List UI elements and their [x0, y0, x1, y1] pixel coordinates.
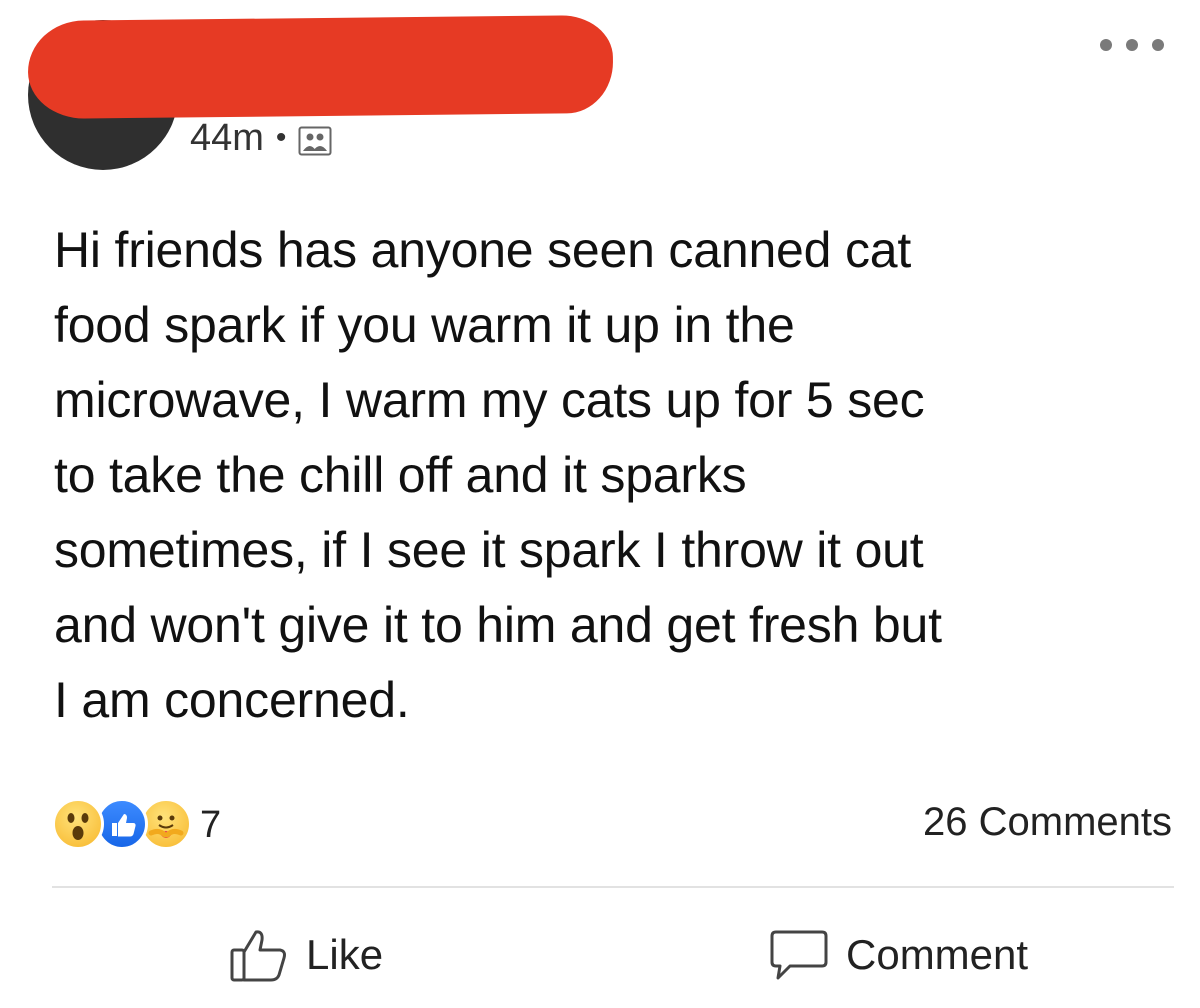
comment-button[interactable]: Comment	[768, 924, 1028, 986]
more-dot	[1152, 39, 1164, 51]
comment-label: Comment	[846, 931, 1029, 978]
post-text: Hi friends has anyone seen canned cat fo…	[54, 222, 942, 728]
reaction-icons	[52, 798, 194, 852]
friends-icon[interactable]	[298, 123, 332, 156]
more-dot	[1126, 39, 1138, 51]
post-meta: 44m •	[190, 116, 332, 160]
meta-separator: •	[275, 121, 287, 154]
comment-bubble-icon	[770, 930, 828, 980]
like-button[interactable]: Like	[228, 924, 383, 986]
facebook-post: 44m • Hi friends has anyone seen canned …	[0, 0, 1200, 1008]
thumbs-up-icon	[230, 930, 286, 982]
comments-count-link[interactable]: 26 Comments	[923, 800, 1172, 845]
like-label: Like	[306, 931, 384, 978]
reaction-count: 7	[200, 803, 222, 846]
divider	[52, 886, 1174, 888]
reactions-summary[interactable]: 7	[52, 798, 221, 852]
more-options-icon[interactable]	[1100, 30, 1164, 60]
post-timestamp[interactable]: 44m	[190, 117, 264, 160]
wow-reaction-icon	[52, 798, 104, 850]
more-dot	[1100, 39, 1112, 51]
redacted-name-scribble	[27, 14, 614, 120]
